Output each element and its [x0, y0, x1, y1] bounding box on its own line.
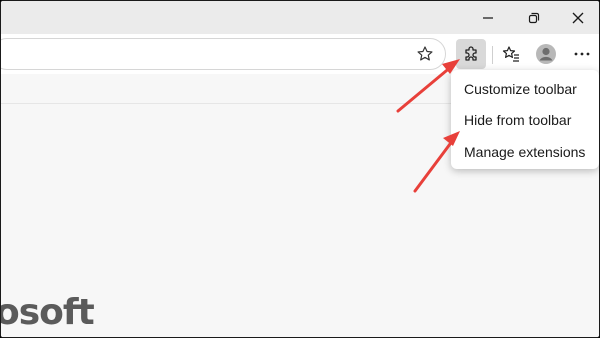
avatar-icon — [536, 44, 556, 64]
puzzle-piece-icon — [465, 46, 477, 61]
minimize-icon — [483, 16, 493, 19]
close-icon — [572, 12, 584, 23]
address-bar[interactable] — [1, 38, 446, 70]
profile-button[interactable] — [531, 39, 561, 69]
extensions-context-menu: Customize toolbar Hide from toolbar Mana… — [451, 70, 599, 169]
toolbar-divider — [492, 46, 493, 64]
customize-toolbar-item[interactable]: Customize toolbar — [464, 81, 577, 97]
restore-button[interactable] — [511, 1, 557, 34]
browser-window: osoft Customize toolbar Hide from toolba… — [0, 0, 600, 338]
extensions-button[interactable] — [456, 39, 486, 69]
favorites-button[interactable] — [496, 39, 526, 69]
star-icon — [417, 46, 433, 61]
title-bar — [1, 1, 599, 34]
minimize-button[interactable] — [465, 1, 511, 34]
browser-toolbar — [1, 34, 599, 74]
add-favorite-button[interactable] — [411, 39, 439, 69]
brand-text: osoft — [0, 292, 95, 333]
more-options-button[interactable] — [567, 39, 597, 69]
manage-extensions-item[interactable]: Manage extensions — [464, 144, 585, 160]
favorites-list-icon — [502, 46, 519, 62]
more-dots-icon — [574, 52, 590, 56]
hide-from-toolbar-item[interactable]: Hide from toolbar — [464, 112, 571, 128]
close-button[interactable] — [555, 1, 599, 34]
restore-icon — [528, 12, 540, 23]
